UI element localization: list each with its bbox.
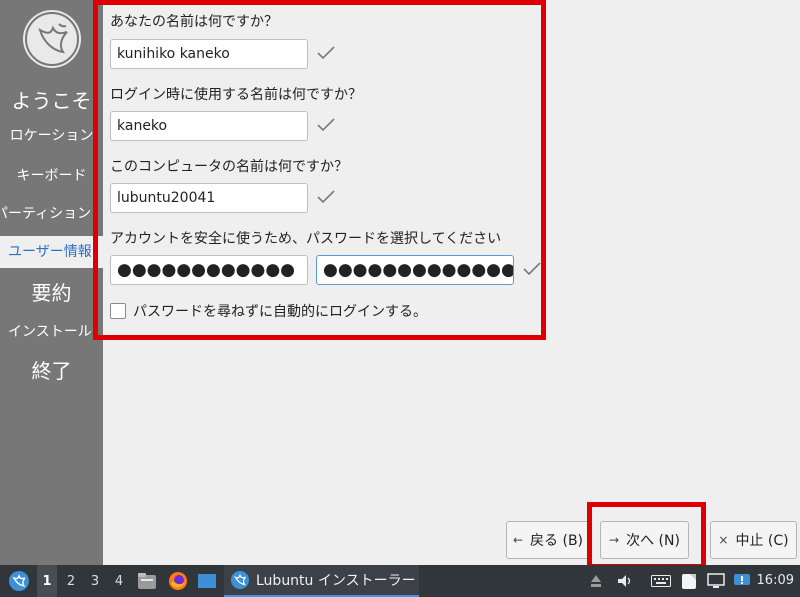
start-menu-button[interactable] — [6, 565, 32, 597]
desktop-2-button[interactable]: 2 — [61, 565, 81, 597]
firefox-icon[interactable] — [166, 565, 190, 597]
show-desktop-icon[interactable] — [195, 565, 219, 597]
installer-sidebar: ようこそ ロケーション キーボード パーティション ユーザー情報 要約 インスト… — [0, 0, 103, 565]
notification-icon[interactable] — [731, 565, 753, 597]
clipboard-icon[interactable] — [678, 565, 700, 597]
step-location: ロケーション — [9, 128, 94, 144]
installer-app-icon — [230, 570, 250, 590]
network-icon[interactable] — [705, 565, 727, 597]
step-finish: 終了 — [31, 359, 72, 383]
back-button[interactable]: ← 戻る (B) — [506, 521, 590, 559]
next-highlight-frame — [587, 502, 706, 569]
lubuntu-logo-icon — [23, 10, 81, 68]
arrow-left-icon: ← — [512, 533, 524, 547]
installer-task-button[interactable]: Lubuntu インストーラー — [224, 565, 419, 597]
cancel-button[interactable]: × 中止 (C) — [710, 521, 797, 559]
eject-icon[interactable] — [587, 565, 605, 597]
keyboard-icon[interactable] — [650, 565, 672, 597]
cancel-button-label: 中止 (C) — [735, 533, 789, 549]
volume-icon[interactable] — [614, 565, 636, 597]
step-partition: パーティション — [0, 202, 103, 226]
file-manager-icon[interactable] — [135, 565, 159, 597]
step-welcome: ようこそ — [11, 89, 92, 113]
taskbar: 1 2 3 4 Lubuntu インストーラー 16:09 — [0, 565, 800, 597]
desktop-3-button[interactable]: 3 — [85, 565, 105, 597]
desktop-1-button[interactable]: 1 — [37, 565, 57, 597]
installer-task-label: Lubuntu インストーラー — [256, 573, 416, 589]
lubuntu-menu-icon — [9, 571, 29, 591]
form-highlight-frame — [93, 0, 546, 340]
step-install: インストール — [8, 324, 92, 340]
step-summary: 要約 — [31, 281, 72, 305]
step-user-info: ユーザー情報 — [0, 236, 103, 268]
back-button-label: 戻る (B) — [530, 533, 584, 549]
step-partition-label: パーティション — [0, 206, 92, 222]
step-keyboard: キーボード — [16, 168, 87, 184]
desktop-4-button[interactable]: 4 — [109, 565, 129, 597]
close-icon: × — [718, 533, 729, 547]
clock[interactable]: 16:09 — [757, 565, 794, 597]
